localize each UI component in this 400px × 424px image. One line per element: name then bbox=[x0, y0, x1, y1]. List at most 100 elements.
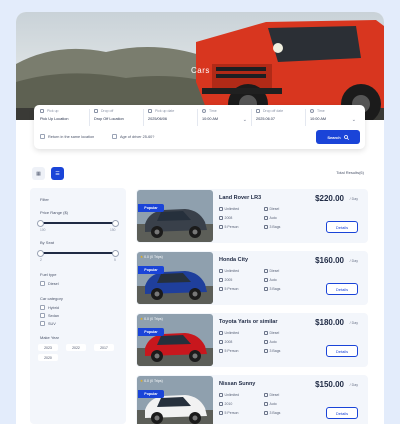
price-range-slider[interactable] bbox=[37, 219, 119, 227]
category-hybrid-checkbox[interactable] bbox=[40, 305, 45, 310]
return-same-checkbox[interactable] bbox=[40, 134, 45, 139]
details-button[interactable]: Details bbox=[326, 283, 358, 295]
car-category-label: Car category bbox=[40, 296, 63, 301]
mileage-icon bbox=[219, 207, 223, 211]
seat-max-value: 5 bbox=[114, 258, 116, 262]
category-option-label: Hybrid bbox=[48, 305, 59, 310]
return-same-location[interactable]: Return in the same location bbox=[40, 134, 94, 139]
grid-view-button[interactable]: ▦ bbox=[32, 167, 45, 180]
mileage-text: Unlimited bbox=[224, 331, 240, 335]
car-year: 2008 bbox=[219, 340, 232, 344]
details-button[interactable]: Details bbox=[326, 407, 358, 419]
person-icon bbox=[219, 411, 223, 415]
grid-icon: ▦ bbox=[36, 170, 41, 177]
driver-age-label: Age of driver 25-60? bbox=[120, 134, 155, 139]
fuel-option-diesel[interactable]: Diesel bbox=[40, 281, 59, 286]
car-seats: 5 Person bbox=[219, 411, 239, 415]
mileage-icon bbox=[219, 393, 223, 397]
bags-text: 3 Bags bbox=[269, 411, 281, 415]
clock-icon bbox=[310, 109, 314, 113]
fuel-text: Diesel bbox=[269, 269, 280, 273]
price-min-handle[interactable] bbox=[37, 219, 44, 227]
page-frame: Cars Pick up Pick Up Location Drop off D… bbox=[16, 12, 384, 424]
search-button[interactable]: Search bbox=[316, 130, 360, 144]
year-chip[interactable]: 2023 bbox=[38, 344, 58, 351]
car-mileage: Unlimited bbox=[219, 331, 239, 335]
total-results: Total Results(6) bbox=[336, 170, 364, 175]
car-year: 2010 bbox=[219, 402, 232, 406]
hero-title: Cars bbox=[191, 66, 210, 75]
calendar-icon bbox=[219, 216, 223, 220]
pickup-time-label: Time bbox=[209, 109, 217, 113]
driver-age-checkbox[interactable] bbox=[112, 134, 117, 139]
car-mileage: Unlimited bbox=[219, 393, 239, 397]
transmission-text: Auto bbox=[269, 278, 277, 282]
price-unit: / Day bbox=[349, 383, 358, 387]
car-price: $180.00 bbox=[315, 318, 344, 327]
year-text: 2010 bbox=[224, 402, 233, 406]
category-sedan-checkbox[interactable] bbox=[40, 313, 45, 318]
car-name: Toyota Yaris or similar bbox=[219, 319, 278, 325]
fuel-diesel-checkbox[interactable] bbox=[40, 281, 45, 286]
person-icon bbox=[40, 109, 44, 113]
calendar-icon bbox=[219, 278, 223, 282]
dropoff-date-field[interactable]: Drop off date 2025.06.07 bbox=[256, 109, 306, 126]
seat-min-handle[interactable] bbox=[37, 249, 44, 257]
person-icon bbox=[219, 225, 223, 229]
car-year: 2005 bbox=[219, 278, 232, 282]
dropoff-field[interactable]: Drop off Drop Off Location bbox=[94, 109, 144, 126]
category-option-hybrid[interactable]: Hybrid bbox=[40, 305, 59, 310]
gear-icon bbox=[264, 402, 268, 406]
person-icon bbox=[219, 349, 223, 353]
filter-sidebar: Filter Price Range ($) 100 150 By Seat 2… bbox=[30, 188, 126, 424]
dropoff-label: Drop off bbox=[101, 109, 114, 113]
pickup-label: Pick up bbox=[47, 109, 59, 113]
fuel-icon bbox=[264, 207, 268, 211]
fuel-icon bbox=[264, 331, 268, 335]
seats-text: 5 Person bbox=[224, 411, 239, 415]
details-button[interactable]: Details bbox=[326, 345, 358, 357]
pickup-date-field[interactable]: Pick up date 2025/06/06 bbox=[148, 109, 198, 126]
driver-age[interactable]: Age of driver 25-60? bbox=[112, 134, 154, 139]
car-transmission: Auto bbox=[264, 278, 277, 282]
star-icon: ★ bbox=[140, 255, 144, 259]
popular-badge: Popular bbox=[138, 390, 164, 398]
car-image: ★ 0.0 (0 Trips) Popular bbox=[137, 314, 213, 366]
category-option-suv[interactable]: SUV bbox=[40, 321, 56, 326]
dropoff-time-field[interactable]: Time 10:00 AM ⌄ bbox=[310, 109, 360, 126]
car-price: $150.00 bbox=[315, 380, 344, 389]
return-same-label: Return in the same location bbox=[48, 134, 95, 139]
bag-icon bbox=[264, 411, 268, 415]
car-bags: 3 Bags bbox=[264, 411, 280, 415]
calendar-icon bbox=[256, 109, 260, 113]
calendar-icon bbox=[219, 340, 223, 344]
year-chip[interactable]: 2022 bbox=[66, 344, 86, 351]
list-view-button[interactable]: ☰ bbox=[51, 167, 64, 180]
car-year: 2008 bbox=[219, 216, 232, 220]
car-seats: 5 Person bbox=[219, 225, 239, 229]
year-chip[interactable]: 2017 bbox=[94, 344, 114, 351]
filter-title: Filter bbox=[40, 197, 49, 202]
dropoff-value: Drop Off Location bbox=[94, 117, 124, 121]
category-suv-checkbox[interactable] bbox=[40, 321, 45, 326]
seats-text: 5 Person bbox=[224, 287, 239, 291]
category-option-label: SUV bbox=[48, 321, 56, 326]
car-rating: ★ 0.0 (0 Trips) bbox=[140, 379, 163, 383]
fuel-icon bbox=[264, 269, 268, 273]
star-icon: ★ bbox=[140, 379, 144, 383]
year-chip[interactable]: 2020 bbox=[38, 354, 58, 361]
details-button[interactable]: Details bbox=[326, 221, 358, 233]
seat-slider[interactable] bbox=[37, 249, 119, 257]
mileage-text: Unlimited bbox=[224, 393, 240, 397]
fuel-type-label: Fuel type bbox=[40, 272, 57, 277]
category-option-sedan[interactable]: Sedan bbox=[40, 313, 59, 318]
pickup-field[interactable]: Pick up Pick Up Location bbox=[40, 109, 90, 126]
chevron-down-icon: ⌄ bbox=[351, 117, 356, 123]
car-transmission: Auto bbox=[264, 402, 277, 406]
pickup-time-field[interactable]: Time 10:00 AM ⌄ bbox=[202, 109, 252, 126]
seat-max-handle[interactable] bbox=[112, 249, 119, 257]
car-fuel: Diesel bbox=[264, 269, 279, 273]
rating-text: 0.0 (0 Trips) bbox=[144, 317, 163, 321]
price-max-handle[interactable] bbox=[112, 219, 119, 227]
mileage-icon bbox=[219, 269, 223, 273]
